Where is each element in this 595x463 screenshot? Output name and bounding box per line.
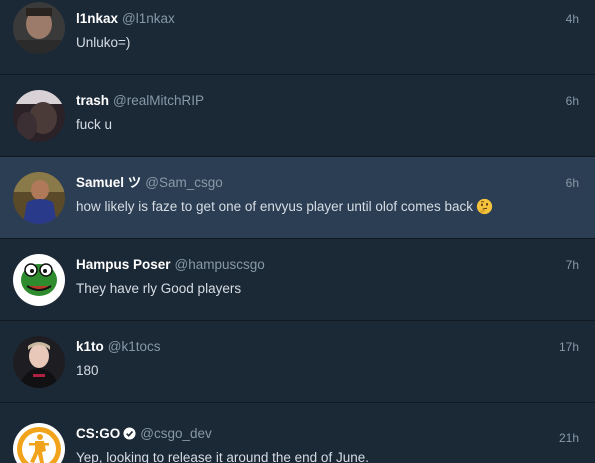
tweet-item[interactable]: Samuel ツ @Sam_csgo 6h how likely is faze …	[0, 157, 595, 239]
tweet-item[interactable]: k1to @k1tocs 17h 180	[0, 321, 595, 403]
tweet-text: fuck u	[76, 117, 113, 132]
timestamp[interactable]: 7h	[566, 256, 579, 274]
tweet-header: Samuel ツ @Sam_csgo 6h	[76, 174, 579, 192]
user-handle[interactable]: @k1tocs	[108, 339, 161, 354]
user-handle[interactable]: @realMitchRIP	[113, 93, 204, 108]
tweet-feed: l1nkax @l1nkax 4h Unluko=) trash @realMitc…	[0, 0, 595, 463]
avatar[interactable]	[13, 423, 65, 463]
tweet-item[interactable]: Hampus Poser @hampuscsgo 7h They have rly…	[0, 239, 595, 321]
display-name[interactable]: CS:GO	[76, 426, 120, 441]
tweet-text-content: how likely is faze to get one of envyus …	[76, 199, 473, 214]
tweet-text: Yep, looking to release it around the en…	[76, 450, 369, 463]
display-name[interactable]: k1to	[76, 339, 104, 354]
user-handle[interactable]: @l1nkax	[122, 11, 175, 26]
user-handle[interactable]: @csgo_dev	[140, 426, 212, 441]
thinking-face-emoji-icon	[476, 198, 493, 215]
display-name[interactable]: l1nkax	[76, 11, 118, 26]
avatar[interactable]	[13, 2, 65, 54]
tweet-header: CS:GO @csgo_dev 21h	[76, 425, 579, 445]
tweet-header: k1to @k1tocs 17h	[76, 338, 579, 356]
tweet-item[interactable]: l1nkax @l1nkax 4h Unluko=)	[0, 0, 595, 75]
timestamp[interactable]: 6h	[566, 92, 579, 110]
tweet-text: They have rly Good players	[76, 281, 242, 296]
user-handle[interactable]: @Sam_csgo	[145, 175, 223, 190]
display-name[interactable]: Samuel ツ	[76, 175, 141, 190]
avatar[interactable]	[13, 254, 65, 306]
timestamp[interactable]: 21h	[559, 429, 579, 447]
timestamp[interactable]: 17h	[559, 338, 579, 356]
tweet-header: trash @realMitchRIP 6h	[76, 92, 579, 110]
user-handle[interactable]: @hampuscsgo	[175, 257, 265, 272]
verified-badge-icon	[123, 427, 136, 440]
tweet-item[interactable]: trash @realMitchRIP 6h fuck u	[0, 75, 595, 157]
timestamp[interactable]: 4h	[566, 10, 579, 28]
display-name[interactable]: Hampus Poser	[76, 257, 171, 272]
display-name[interactable]: trash	[76, 93, 109, 108]
tweet-header: l1nkax @l1nkax 4h	[76, 10, 579, 28]
tweet-text: how likely is faze to get one of envyus …	[76, 197, 555, 217]
tweet-text: Unluko=)	[76, 35, 131, 50]
tweet-item[interactable]: CS:GO @csgo_dev 21h Yep, looking to rele…	[0, 403, 595, 463]
avatar[interactable]	[13, 90, 65, 142]
avatar[interactable]	[13, 172, 65, 224]
timestamp[interactable]: 6h	[566, 174, 579, 192]
avatar[interactable]	[13, 336, 65, 388]
tweet-text: 180	[76, 363, 99, 378]
tweet-header: Hampus Poser @hampuscsgo 7h	[76, 256, 579, 274]
